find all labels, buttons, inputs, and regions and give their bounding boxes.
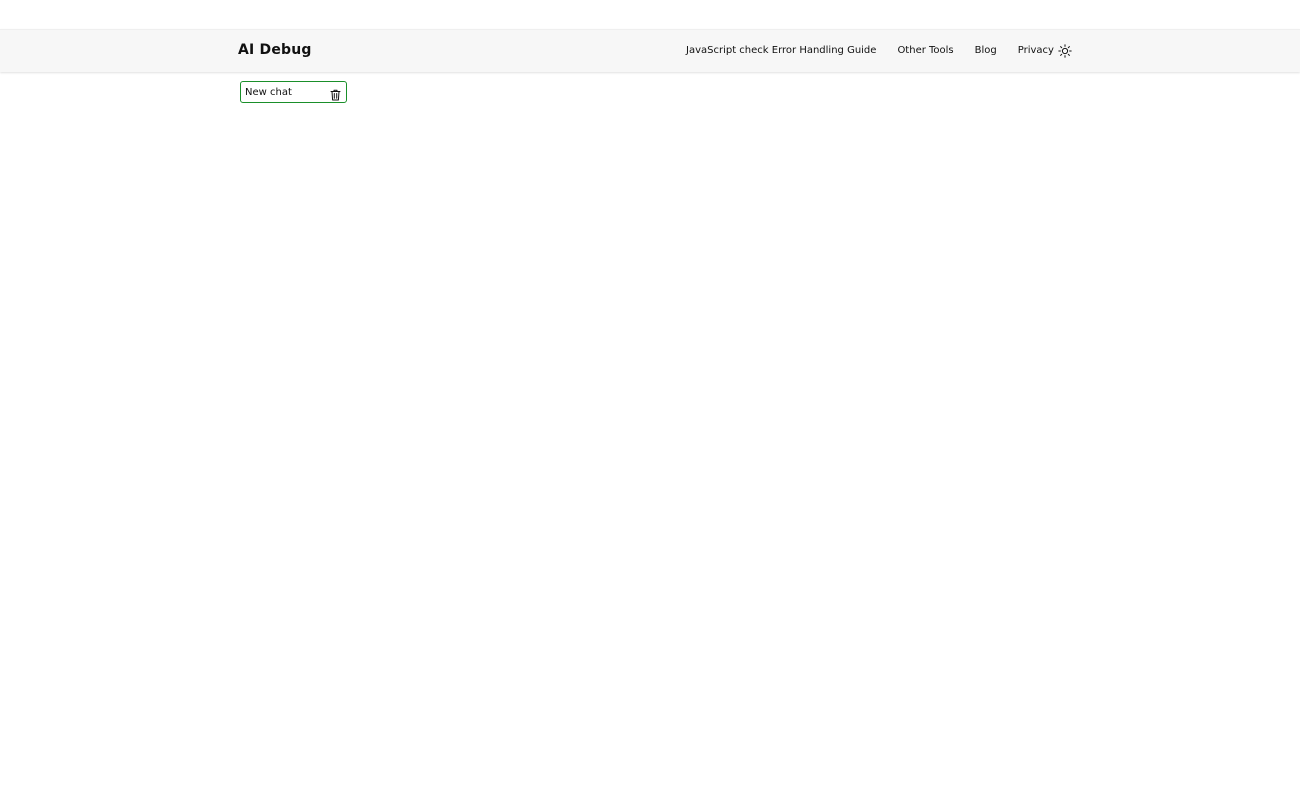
delete-chat-button[interactable]	[330, 86, 341, 101]
nav-link-privacy[interactable]: Privacy	[1018, 44, 1054, 58]
nav-link-other-tools[interactable]: Other Tools	[897, 44, 953, 58]
chat-list-item-active[interactable]: New chat	[240, 81, 347, 103]
sun-icon	[1058, 44, 1072, 58]
brand-logo-text[interactable]: AI Debug	[238, 41, 312, 59]
trash-icon	[330, 89, 341, 101]
main-nav: JavaScript check Error Handling Guide Ot…	[686, 43, 1072, 59]
chat-title: New chat	[245, 87, 292, 98]
nav-link-error-handling-guide[interactable]: JavaScript check Error Handling Guide	[686, 44, 876, 58]
top-navigation-bar: AI Debug JavaScript check Error Handling…	[0, 29, 1300, 72]
nav-link-blog[interactable]: Blog	[975, 44, 997, 58]
theme-toggle-button[interactable]	[1058, 44, 1072, 58]
